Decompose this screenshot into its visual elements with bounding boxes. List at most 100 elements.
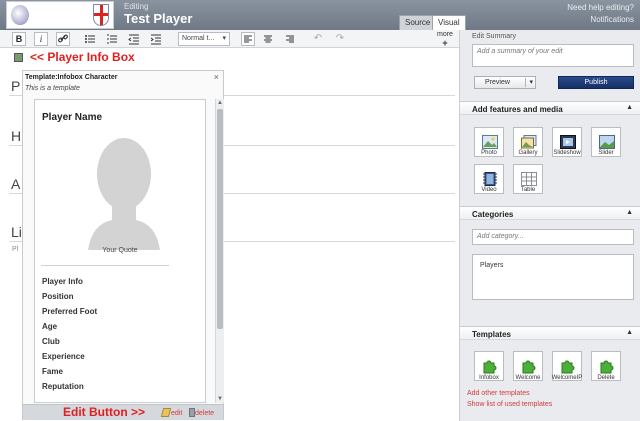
gallery-label: Gallery <box>518 150 538 156</box>
slideshow-label: Slideshow <box>553 150 581 156</box>
slider-label: Slider <box>598 150 614 156</box>
template-welcomeip-label: WelcomeIP <box>551 375 583 381</box>
edit-summary-input[interactable]: Add a summary of your edit <box>472 44 634 67</box>
table-icon <box>521 172 537 186</box>
link-icon <box>58 34 68 43</box>
features-header-label: Add features and media <box>472 105 563 114</box>
info-row: Experience <box>42 352 85 361</box>
right-sidebar: Edit Summary Add a summary of your edit … <box>459 30 640 421</box>
preview-label: Preview <box>485 79 510 86</box>
more-button[interactable]: more + <box>437 31 453 48</box>
templates-header-label: Templates <box>472 330 511 339</box>
close-icon[interactable]: × <box>214 72 219 82</box>
pl-text: Pl <box>12 246 19 253</box>
notifications-link[interactable]: Notifications <box>590 15 634 24</box>
heading-h: H <box>11 128 22 144</box>
site-logo[interactable] <box>6 1 114 29</box>
outdent-icon[interactable] <box>128 33 140 45</box>
redo-icon[interactable]: ↷ <box>334 33 346 45</box>
infobox-card: Player Name Your Quote Player Info Posit… <box>34 99 206 403</box>
info-row: Reputation <box>42 382 84 391</box>
align-right-icon[interactable] <box>284 33 296 45</box>
category-list: Players <box>472 254 634 300</box>
card-divider <box>41 265 169 266</box>
template-infobox-panel[interactable]: Template:Infobox Character × This is a t… <box>22 70 224 420</box>
edit-summary-label: Edit Summary <box>472 33 516 40</box>
features-section-header[interactable]: Add features and media ▲ <box>460 101 640 115</box>
link-button[interactable] <box>56 32 70 46</box>
categories-section-header[interactable]: Categories ▲ <box>460 206 640 220</box>
tab-visual[interactable]: Visual <box>432 15 466 30</box>
scroll-down-icon[interactable]: ▼ <box>217 396 223 402</box>
template-infobox-label: Infobox <box>479 375 499 381</box>
video-label: Video <box>481 187 497 193</box>
add-other-templates-link[interactable]: Add other templates <box>467 390 530 397</box>
heading-p: P <box>11 78 21 94</box>
info-row: Club <box>42 337 60 346</box>
quote-text: Your Quote <box>102 247 138 254</box>
player-name-label: Player Name <box>42 112 103 123</box>
editor-toolbar: B i Normal t... ▾ ↶ ↷ more + <box>0 30 459 48</box>
templates-section-header[interactable]: Templates ▲ <box>460 326 640 340</box>
template-delete-label: Delete <box>597 375 615 381</box>
template-welcome-label: Welcome <box>515 375 541 381</box>
puzzle-icon <box>522 360 536 374</box>
bullet-list-icon[interactable] <box>84 33 96 45</box>
numbered-list-icon[interactable] <box>106 33 118 45</box>
plus-icon: + <box>442 38 448 48</box>
chevron-down-icon[interactable]: ▾ <box>529 77 533 88</box>
puzzle-icon <box>483 360 497 374</box>
page-title: Test Player <box>124 11 193 26</box>
add-category-input[interactable]: Add category... <box>472 229 634 245</box>
indent-icon[interactable] <box>150 33 162 45</box>
collapse-arrow-icon[interactable]: ▲ <box>626 104 633 111</box>
tab-source[interactable]: Source <box>399 15 437 30</box>
scroll-thumb[interactable] <box>217 109 223 329</box>
info-row: Age <box>42 322 58 331</box>
align-center-icon[interactable] <box>262 33 274 45</box>
crest-icon <box>93 4 109 26</box>
bold-button[interactable]: B <box>12 32 26 46</box>
scroll-up-icon[interactable]: ▲ <box>217 100 223 106</box>
info-row: Preferred Foot <box>42 307 98 316</box>
slideshow-icon <box>560 135 576 149</box>
top-header: Editing Test Player Source Visual Need h… <box>0 0 640 30</box>
delete-template-link[interactable]: delete <box>195 410 214 417</box>
player-info-box-annotation: << Player Info Box <box>30 50 135 64</box>
heading-li: Li <box>11 224 22 240</box>
gallery-icon <box>521 135 537 149</box>
align-left-icon <box>244 35 252 43</box>
italic-button[interactable]: i <box>34 32 48 46</box>
puzzle-icon <box>561 360 575 374</box>
category-item[interactable]: Players <box>480 262 503 269</box>
template-title: Template:Infobox Character <box>25 74 118 81</box>
info-row: Position <box>42 292 74 301</box>
infobox-icon <box>14 53 23 62</box>
format-select-value: Normal t... <box>182 35 215 42</box>
video-icon <box>483 172 497 186</box>
photo-icon <box>482 135 498 149</box>
format-select[interactable]: Normal t... ▾ <box>178 32 230 46</box>
info-row: Player Info <box>42 277 83 286</box>
preview-button[interactable]: Preview ▾ <box>474 76 536 89</box>
chevron-down-icon: ▾ <box>222 35 226 42</box>
template-scrollbar[interactable]: ▲ ▼ <box>215 99 224 403</box>
slider-icon <box>599 135 615 149</box>
categories-header-label: Categories <box>472 210 514 219</box>
help-link[interactable]: Need help editing? <box>567 3 634 12</box>
show-used-templates-link[interactable]: Show list of used templates <box>467 401 552 408</box>
pencil-icon[interactable] <box>160 408 172 417</box>
heading-a: A <box>11 176 21 192</box>
info-row: Fame <box>42 367 63 376</box>
collapse-arrow-icon[interactable]: ▲ <box>626 329 633 336</box>
undo-icon[interactable]: ↶ <box>312 33 324 45</box>
edit-template-link[interactable]: edit <box>171 410 182 417</box>
collapse-arrow-icon[interactable]: ▲ <box>626 209 633 216</box>
table-label: Table <box>520 187 536 193</box>
button-divider <box>525 78 526 87</box>
publish-button[interactable]: Publish <box>558 76 634 89</box>
more-label: more <box>437 31 453 38</box>
template-subtitle: This is a template <box>25 85 80 92</box>
align-left-button[interactable] <box>241 32 255 46</box>
editor-area[interactable]: << Player Info Box P H A Li Pl Template:… <box>0 48 459 421</box>
